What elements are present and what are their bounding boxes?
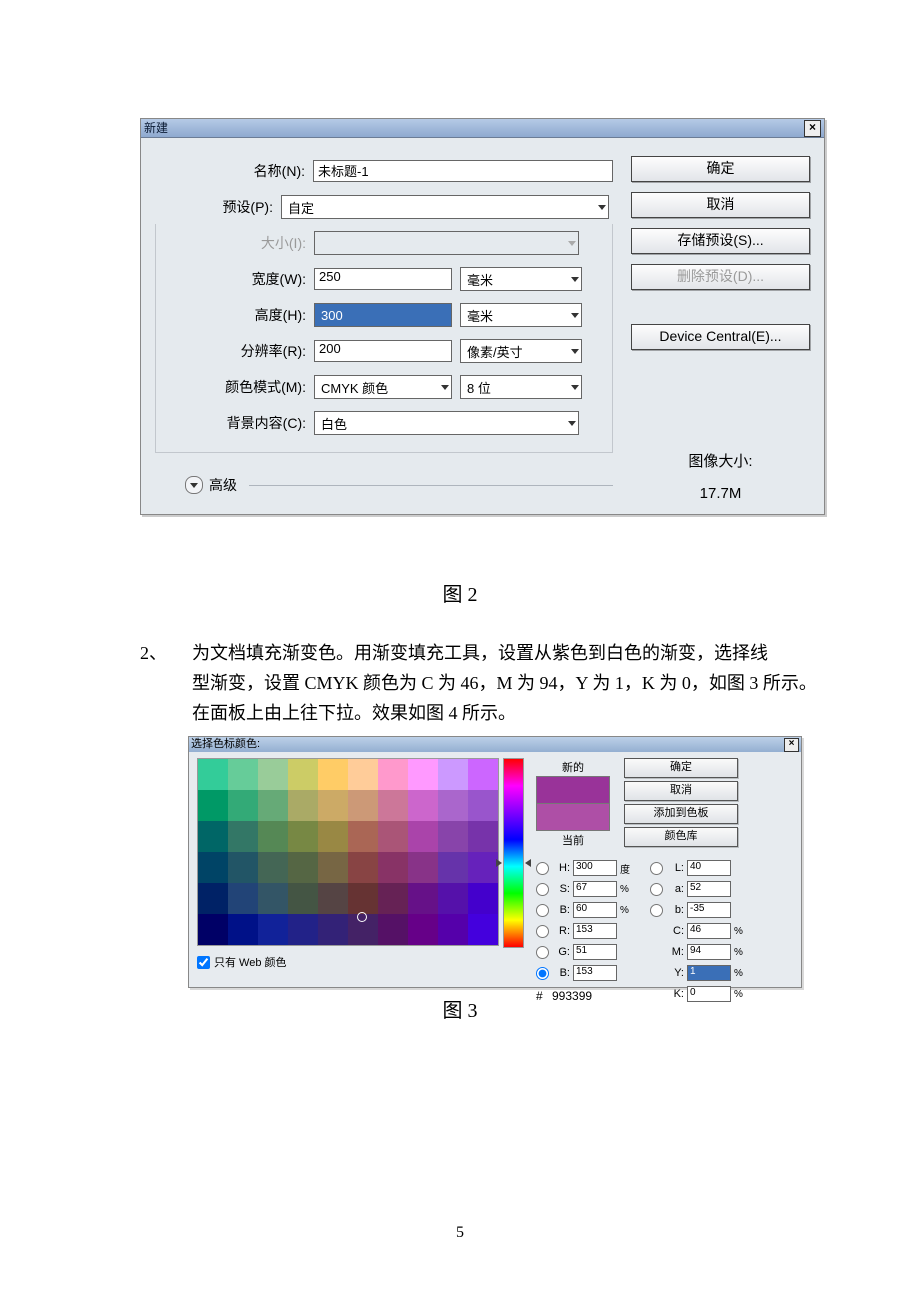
device-central-button[interactable]: Device Central(E)... <box>631 324 810 350</box>
web-only-checkbox[interactable]: 只有 Web 颜色 <box>197 954 524 970</box>
s-radio[interactable] <box>536 883 549 896</box>
background-label: 背景内容(C): <box>156 413 314 433</box>
image-size-value: 17.7M <box>631 485 810 502</box>
color-palette[interactable] <box>197 758 499 946</box>
l-radio[interactable] <box>650 862 663 875</box>
chevron-down-icon <box>568 421 576 426</box>
g-radio[interactable] <box>536 946 549 959</box>
resolution-unit-select[interactable]: 像素/英寸 <box>460 339 582 363</box>
name-label: 名称(N): <box>155 161 313 181</box>
new-color-label: 新的 <box>562 759 584 775</box>
height-input[interactable]: 300 <box>314 303 452 327</box>
dialog-title: 新建 <box>144 119 168 137</box>
width-label: 宽度(W): <box>156 269 314 289</box>
chevron-down-icon <box>598 205 606 210</box>
advanced-toggle[interactable]: 高级 <box>185 475 613 495</box>
body-paragraph: 2、为文档填充渐变色。用渐变填充工具，设置从紫色到白色的渐变，选择线 型渐变，设… <box>140 638 830 728</box>
new-document-dialog: 新建 × 名称(N): 未标题-1 预设(P): 自定 大小(I): <box>140 118 825 515</box>
s-input[interactable]: 67 <box>573 881 617 897</box>
slider-arrow-icon <box>525 859 531 867</box>
save-preset-button[interactable]: 存储预设(S)... <box>631 228 810 254</box>
background-select[interactable]: 白色 <box>314 411 579 435</box>
b-radio[interactable] <box>536 904 549 917</box>
hue-slider[interactable] <box>503 758 524 948</box>
color-mode-select[interactable]: CMYK 颜色 <box>314 375 452 399</box>
new-color-swatch <box>536 776 610 804</box>
y-input[interactable]: 1 <box>687 965 731 981</box>
current-color-swatch <box>536 804 610 831</box>
h-radio[interactable] <box>536 862 549 875</box>
chevron-down-icon <box>441 385 449 390</box>
chevron-down-icon <box>571 385 579 390</box>
dialog-titlebar[interactable]: 选择色标颜色: × <box>189 737 801 752</box>
color-picker-dialog: 选择色标颜色: × 只有 Web 颜色 <box>188 736 802 988</box>
figure-caption-2: 图 2 <box>0 578 920 607</box>
m-input[interactable]: 94 <box>687 944 731 960</box>
chevron-down-icon <box>568 241 576 246</box>
color-mode-label: 颜色模式(M): <box>156 377 314 397</box>
chevron-down-icon <box>571 313 579 318</box>
palette-cursor-icon <box>357 912 367 922</box>
delete-preset-button[interactable]: 删除预设(D)... <box>631 264 810 290</box>
ok-button[interactable]: 确定 <box>624 758 738 778</box>
resolution-label: 分辨率(R): <box>156 341 314 361</box>
resolution-input[interactable]: 200 <box>314 340 452 362</box>
close-icon[interactable]: × <box>804 120 821 137</box>
preset-label: 预设(P): <box>155 197 281 217</box>
a-radio[interactable] <box>650 883 663 896</box>
slider-arrow-icon <box>496 859 502 867</box>
chevron-down-icon <box>571 349 579 354</box>
page-number: 5 <box>0 1224 920 1242</box>
b-rgb-input[interactable]: 153 <box>573 965 617 981</box>
c-input[interactable]: 46 <box>687 923 731 939</box>
b-hsb-input[interactable]: 60 <box>573 902 617 918</box>
height-unit-select[interactable]: 毫米 <box>460 303 582 327</box>
preset-select[interactable]: 自定 <box>281 195 609 219</box>
r-input[interactable]: 153 <box>573 923 617 939</box>
figure-caption-3: 图 3 <box>0 994 920 1023</box>
size-select <box>314 231 579 255</box>
chevron-down-icon <box>185 476 203 494</box>
cancel-button[interactable]: 取消 <box>631 192 810 218</box>
lab-b-radio[interactable] <box>650 904 663 917</box>
current-color-label: 当前 <box>562 832 584 848</box>
width-input[interactable]: 250 <box>314 268 452 290</box>
dialog-titlebar[interactable]: 新建 × <box>141 119 824 138</box>
chevron-down-icon <box>571 277 579 282</box>
lab-b-input[interactable]: -35 <box>687 902 731 918</box>
a-input[interactable]: 52 <box>687 881 731 897</box>
height-label: 高度(H): <box>156 305 314 325</box>
ok-button[interactable]: 确定 <box>631 156 810 182</box>
b-rgb-radio[interactable] <box>536 967 549 980</box>
cancel-button[interactable]: 取消 <box>624 781 738 801</box>
color-libraries-button[interactable]: 颜色库 <box>624 827 738 847</box>
add-swatch-button[interactable]: 添加到色板 <box>624 804 738 824</box>
size-label: 大小(I): <box>156 233 314 253</box>
width-unit-select[interactable]: 毫米 <box>460 267 582 291</box>
r-radio[interactable] <box>536 925 549 938</box>
h-input[interactable]: 300 <box>573 860 617 876</box>
g-input[interactable]: 51 <box>573 944 617 960</box>
bit-depth-select[interactable]: 8 位 <box>460 375 582 399</box>
l-input[interactable]: 40 <box>687 860 731 876</box>
name-input[interactable]: 未标题-1 <box>313 160 613 182</box>
image-size-label: 图像大小: <box>631 450 810 471</box>
dialog-title: 选择色标颜色: <box>191 737 260 752</box>
close-icon[interactable]: × <box>784 738 799 752</box>
